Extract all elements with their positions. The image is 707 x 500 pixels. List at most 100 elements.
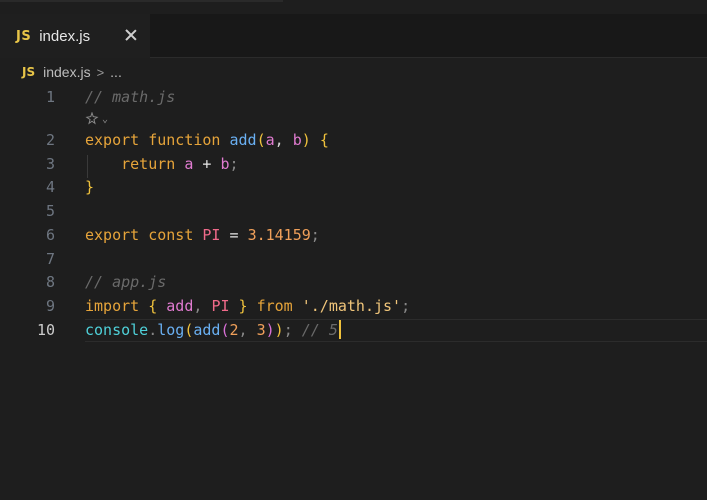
code-token: ) — [301, 131, 311, 149]
sparkle-icon[interactable] — [85, 112, 99, 126]
code-token: { — [148, 297, 158, 315]
tab-label: index.js — [39, 27, 91, 45]
code-token: // app.js — [85, 273, 167, 291]
code-token: log — [157, 321, 185, 339]
code-token: ; — [283, 321, 293, 339]
code-token: 2 — [229, 321, 239, 339]
code-text: import { add, PI } from './math.js'; — [85, 295, 410, 318]
code-token: export — [85, 226, 140, 244]
code-text: export const PI = 3.14159; — [85, 224, 320, 247]
code-token: , — [274, 131, 293, 149]
code-line[interactable]: 3 return a + b; — [0, 153, 707, 176]
code-token: ( — [256, 131, 266, 149]
code-token: // math.js — [85, 88, 176, 106]
line-number: 7 — [45, 250, 55, 268]
code-token: function — [148, 131, 221, 149]
breadcrumb-more[interactable]: ... — [110, 64, 122, 80]
line-number: 9 — [45, 297, 55, 315]
code-token: './math.js' — [301, 297, 402, 315]
code-token: } — [85, 178, 95, 196]
code-token: = — [220, 226, 248, 244]
code-line[interactable]: 4} — [0, 176, 707, 199]
code-token: 3 — [256, 321, 266, 339]
title-accent — [0, 0, 283, 2]
code-token: + — [193, 155, 221, 173]
code-text: console.log(add(2, 3)); // 5 — [85, 319, 341, 342]
code-token: , — [193, 297, 212, 315]
code-line[interactable]: 6 export const PI = 3.14159; — [0, 224, 707, 247]
code-token: from — [256, 297, 293, 315]
code-token: . — [148, 321, 158, 339]
code-token: ( — [184, 321, 194, 339]
code-token: b — [220, 155, 230, 173]
code-token: ) — [274, 321, 284, 339]
code-line[interactable]: 7 — [0, 248, 707, 271]
line-number: 8 — [45, 273, 55, 291]
code-token: add — [193, 321, 221, 339]
code-token: const — [148, 226, 194, 244]
code-token: return — [121, 155, 176, 173]
code-token: // 5 — [292, 321, 338, 339]
tab-bar: JS index.js — [0, 14, 707, 58]
line-number: 3 — [45, 155, 55, 173]
code-token: ; — [401, 297, 411, 315]
code-token: } — [238, 297, 248, 315]
code-line[interactable]: 9 import { add, PI } from './math.js'; — [0, 295, 707, 318]
line-number: 2 — [45, 131, 55, 149]
code-token: PI — [202, 226, 221, 244]
code-token: export — [85, 131, 140, 149]
code-line[interactable]: 5 — [0, 200, 707, 223]
line-number: 4 — [45, 178, 55, 196]
code-text: } — [85, 176, 94, 199]
line-number: 6 — [45, 226, 55, 244]
code-line[interactable]: 8 // app.js — [0, 271, 707, 294]
code-token: add — [229, 131, 257, 149]
code-token: { — [319, 131, 329, 149]
code-token: b — [292, 131, 302, 149]
code-token: PI — [211, 297, 230, 315]
code-text: export function add(a, b) { — [85, 129, 329, 152]
code-line[interactable]: 10 console.log(add(2, 3)); // 5 — [0, 319, 707, 342]
code-lens[interactable]: ⌄ — [85, 109, 108, 129]
text-cursor — [338, 320, 341, 339]
code-token: console — [85, 321, 149, 339]
code-token: ; — [310, 226, 320, 244]
code-token: 3.14159 — [247, 226, 311, 244]
close-icon[interactable] — [122, 26, 140, 44]
code-token: a — [265, 131, 275, 149]
code-token: add — [166, 297, 194, 315]
code-token: , — [238, 321, 257, 339]
code-text: // math.js — [85, 86, 175, 109]
breadcrumb-file[interactable]: index.js — [43, 64, 90, 80]
title-strip — [0, 0, 707, 14]
code-line[interactable]: 1 // math.js — [0, 86, 707, 109]
code-line[interactable]: 2 export function add(a, b) { — [0, 129, 707, 152]
breadcrumb-separator: > — [96, 64, 105, 80]
line-number: 10 — [36, 321, 55, 339]
code-token: ; — [229, 155, 239, 173]
breadcrumb: JS index.js > ... — [0, 58, 707, 86]
code-text: // app.js — [85, 271, 166, 294]
js-file-icon: JS — [22, 65, 36, 79]
code-token: ) — [265, 321, 275, 339]
line-number: 5 — [45, 202, 55, 220]
code-text: return a + b; — [85, 153, 239, 176]
code-token: import — [85, 297, 140, 315]
chevron-down-icon[interactable]: ⌄ — [102, 114, 108, 125]
line-number: 1 — [45, 88, 55, 106]
code-token: ( — [220, 321, 230, 339]
code-editor[interactable]: ⌄ 1 // math.js 2 export function add(a, b) … — [0, 86, 707, 500]
tab-index-js[interactable]: JS index.js — [0, 14, 150, 58]
js-file-icon: JS — [16, 28, 32, 44]
